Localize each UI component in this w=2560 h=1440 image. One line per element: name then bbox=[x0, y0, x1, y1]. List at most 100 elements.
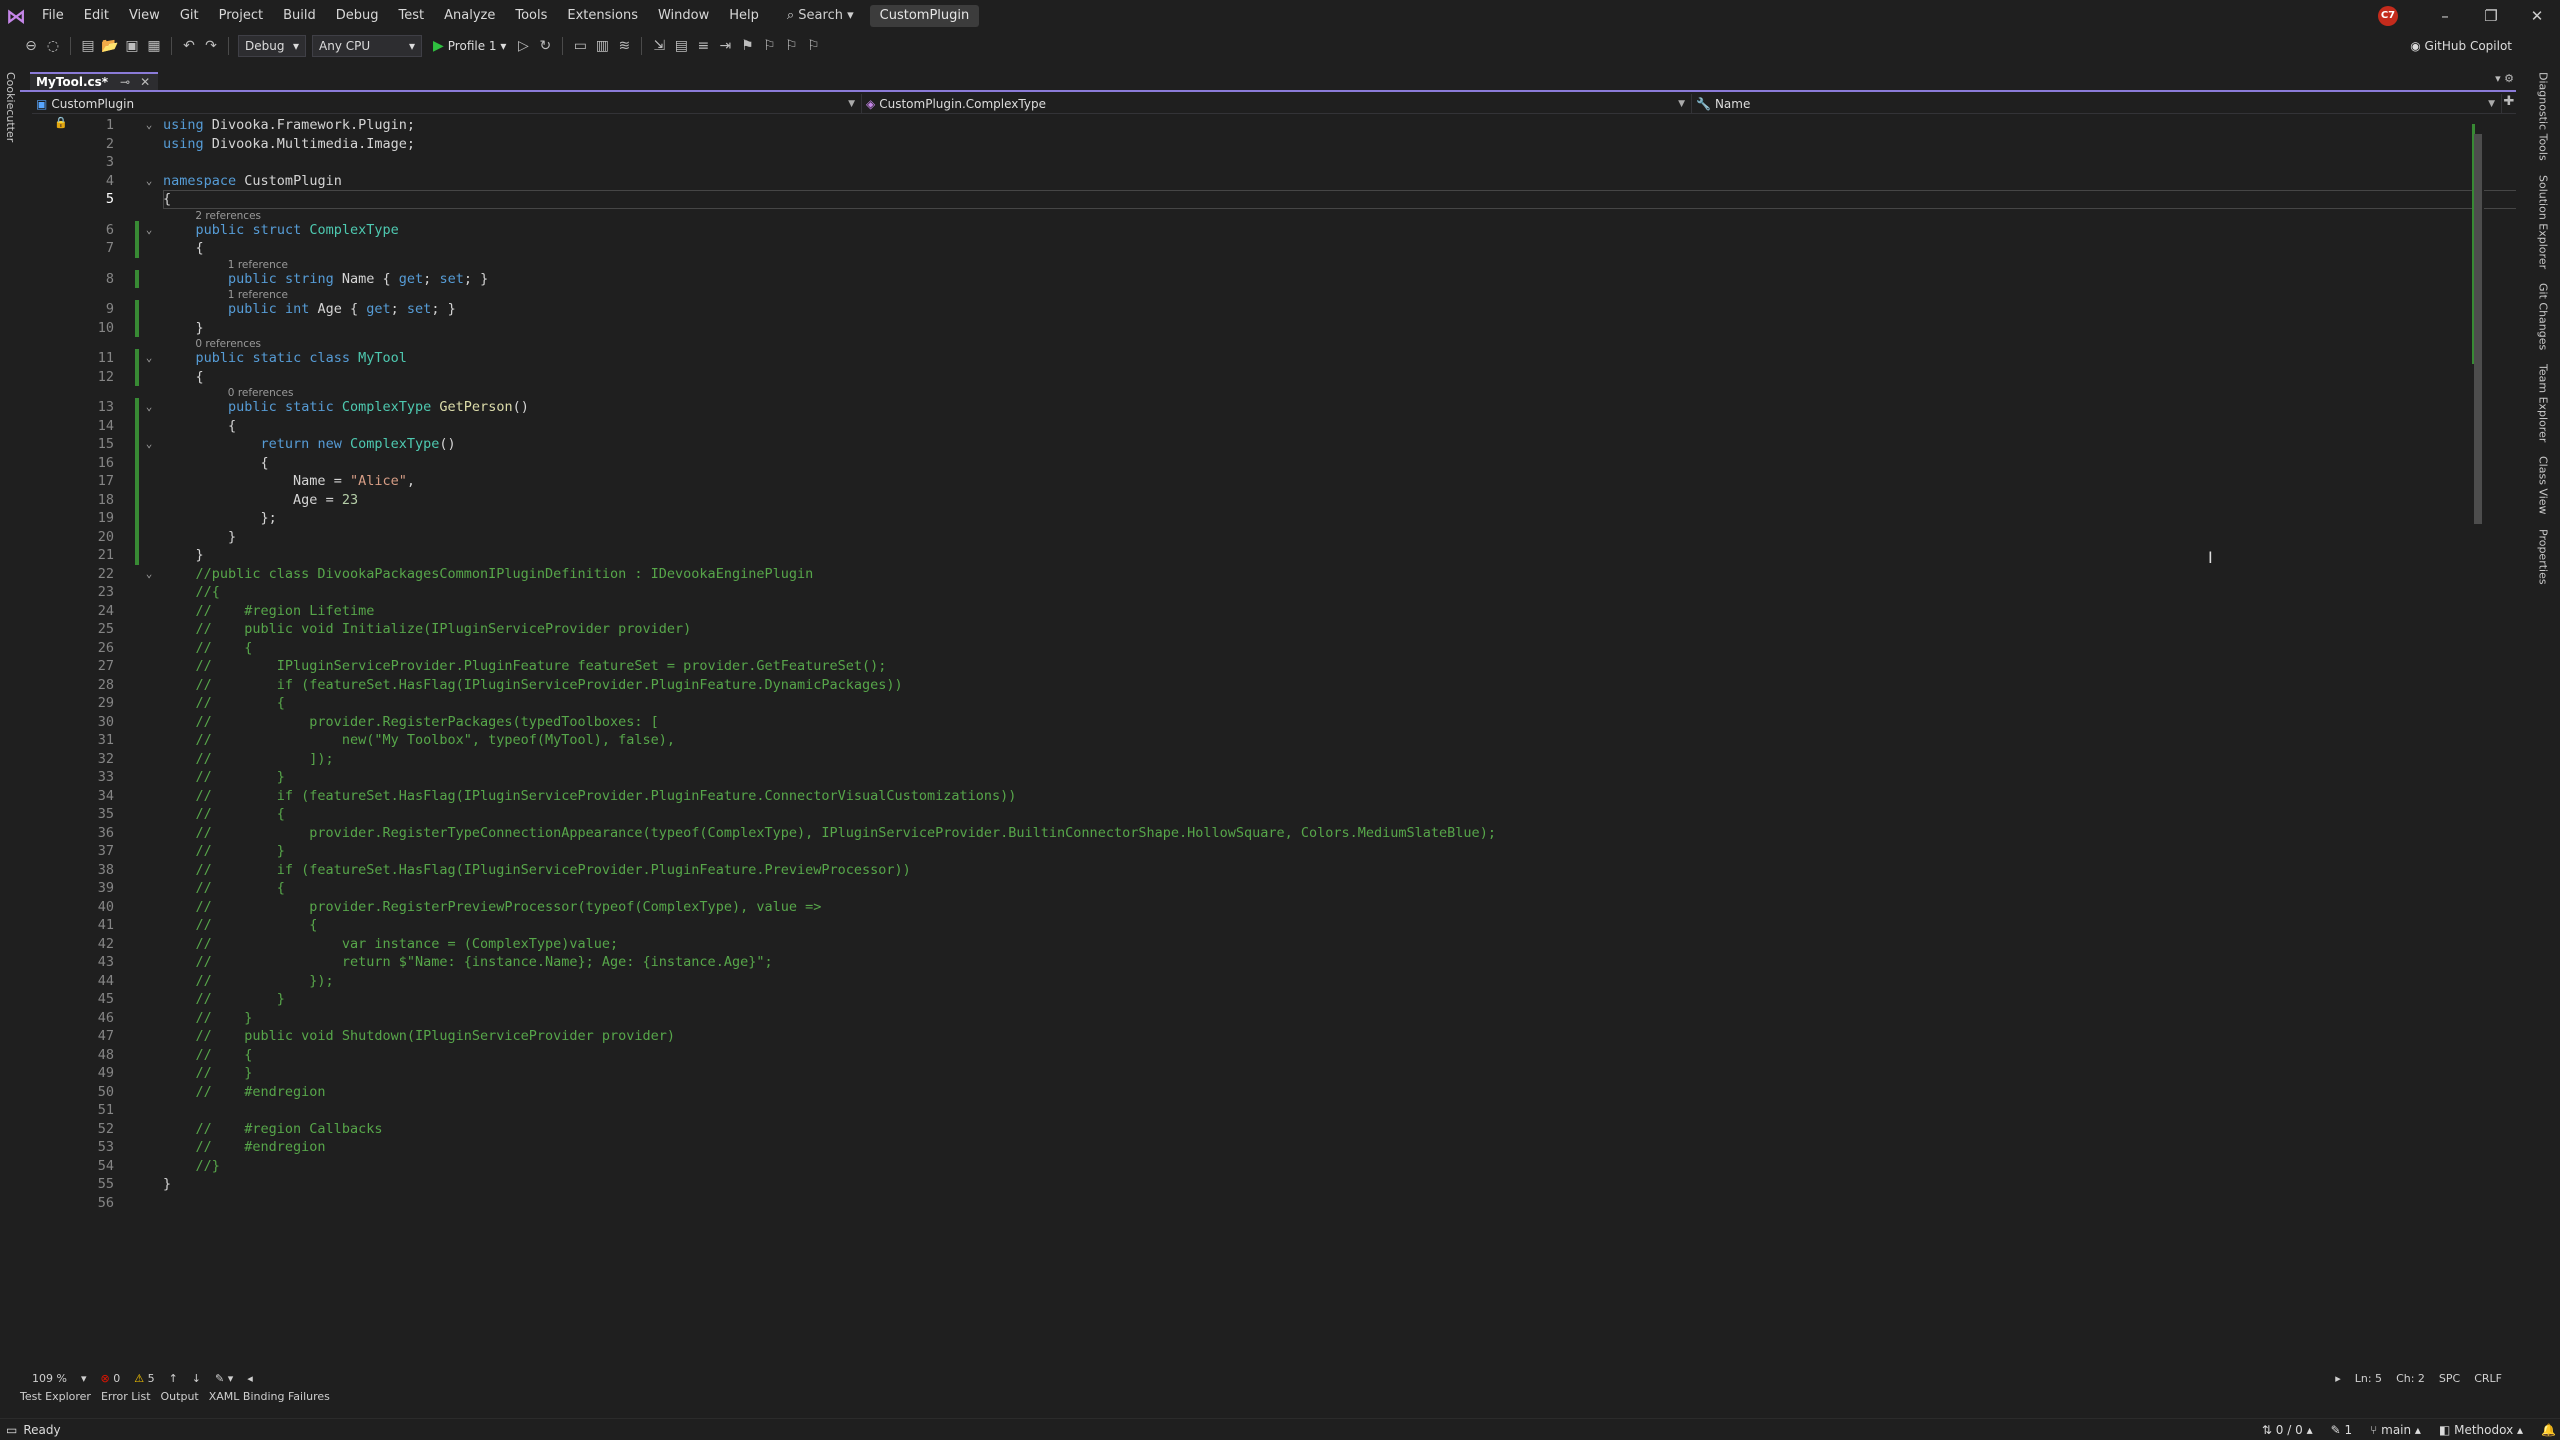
step-into-icon[interactable]: ⇲ bbox=[648, 35, 670, 57]
code-text[interactable]: public struct ComplexType bbox=[163, 221, 399, 240]
tool-tab-properties[interactable]: Properties bbox=[2537, 529, 2550, 585]
code-text[interactable]: Age = 23 bbox=[163, 491, 358, 510]
code-text[interactable]: // if (featureSet.HasFlag(IPluginService… bbox=[163, 861, 911, 880]
bottom-tab-xaml-binding-failures[interactable]: XAML Binding Failures bbox=[209, 1390, 330, 1406]
code-text[interactable]: // { bbox=[163, 1046, 253, 1065]
code-text[interactable]: }; bbox=[163, 509, 277, 528]
tool-tab-team-explorer[interactable]: Team Explorer bbox=[2537, 364, 2550, 442]
bookmark-next-icon[interactable]: ⚐ bbox=[780, 35, 802, 57]
document-tab-mytool[interactable]: MyTool.cs* ⊸ ✕ bbox=[30, 72, 158, 90]
member-dropdown[interactable]: 🔧 Name ▼ bbox=[1692, 94, 2502, 114]
menu-help[interactable]: Help bbox=[719, 0, 769, 32]
start-debugging-icon[interactable]: ▶ bbox=[433, 38, 444, 54]
code-text[interactable]: // } bbox=[163, 842, 285, 861]
github-copilot-button[interactable]: ◉ GitHub Copilot bbox=[2410, 32, 2512, 60]
scroll-right-icon[interactable]: ▸ bbox=[2335, 1372, 2341, 1385]
previous-issue-icon[interactable]: ↑ bbox=[169, 1372, 178, 1385]
fold-chevron-icon[interactable]: ⌄ bbox=[142, 398, 156, 417]
code-text[interactable]: // #endregion bbox=[163, 1138, 326, 1157]
code-editor[interactable]: 🔒 1 ⌄ using Divooka.Framework.Plugin; 2 usin… bbox=[32, 114, 2516, 1370]
close-window-icon[interactable]: ✕ bbox=[2514, 0, 2560, 32]
tool-tab-diagnostic-tools[interactable]: Diagnostic Tools bbox=[2537, 72, 2550, 161]
menu-debug[interactable]: Debug bbox=[326, 0, 389, 32]
code-text[interactable]: // provider.RegisterPackages(typedToolbo… bbox=[163, 713, 659, 732]
code-text[interactable]: // } bbox=[163, 1009, 253, 1028]
menu-project[interactable]: Project bbox=[209, 0, 273, 32]
layout-icon[interactable]: ▥ bbox=[591, 35, 613, 57]
code-text[interactable]: { bbox=[163, 417, 236, 436]
format-icon[interactable]: ≡ bbox=[692, 35, 714, 57]
visual-studio-logo-icon[interactable]: ⋈ bbox=[0, 0, 32, 32]
code-text[interactable]: // } bbox=[163, 768, 285, 787]
code-text[interactable]: using Divooka.Multimedia.Image; bbox=[163, 135, 415, 154]
code-cleanup-icon[interactable]: ✎ ▾ bbox=[215, 1372, 233, 1385]
code-text[interactable]: // { bbox=[163, 694, 285, 713]
code-text[interactable]: namespace CustomPlugin bbox=[163, 172, 342, 191]
code-text[interactable]: // if (featureSet.HasFlag(IPluginService… bbox=[163, 787, 1017, 806]
line-number[interactable]: Ln: 5 bbox=[2355, 1372, 2382, 1385]
code-text[interactable]: // var instance = (ComplexType)value; bbox=[163, 935, 619, 954]
line-ending[interactable]: CRLF bbox=[2474, 1372, 2502, 1385]
minimize-icon[interactable]: – bbox=[2422, 0, 2468, 32]
menu-git[interactable]: Git bbox=[170, 0, 209, 32]
menu-window[interactable]: Window bbox=[648, 0, 719, 32]
tool-tab-class-view[interactable]: Class View bbox=[2537, 456, 2550, 515]
fold-chevron-icon[interactable]: ⌄ bbox=[142, 116, 156, 135]
code-text[interactable]: } bbox=[163, 546, 204, 565]
code-text[interactable]: // { bbox=[163, 879, 285, 898]
code-text[interactable]: // ]); bbox=[163, 750, 334, 769]
menu-edit[interactable]: Edit bbox=[74, 0, 119, 32]
code-text[interactable]: //public class DivookaPackagesCommonIPlu… bbox=[163, 565, 814, 584]
notifications-icon[interactable]: 🔔 bbox=[2541, 1423, 2556, 1437]
code-text[interactable]: { bbox=[163, 190, 171, 209]
bottom-tab-test-explorer[interactable]: Test Explorer bbox=[20, 1390, 91, 1406]
type-dropdown[interactable]: ◈ CustomPlugin.ComplexType ▼ bbox=[862, 94, 1692, 114]
code-text[interactable]: // public void Shutdown(IPluginServicePr… bbox=[163, 1027, 676, 1046]
editor-vertical-scrollbar[interactable] bbox=[2472, 114, 2484, 1370]
code-text[interactable]: { bbox=[163, 368, 204, 387]
bottom-tab-error-list[interactable]: Error List bbox=[101, 1390, 151, 1406]
platform-select[interactable]: Any CPU ▾ bbox=[312, 35, 422, 57]
code-text[interactable]: // } bbox=[163, 990, 285, 1009]
navigate-back-icon[interactable]: ⊖ bbox=[20, 35, 42, 57]
error-count-button[interactable]: ⊗ 0 bbox=[100, 1372, 120, 1385]
code-text[interactable]: // { bbox=[163, 916, 318, 935]
menu-analyze[interactable]: Analyze bbox=[434, 0, 505, 32]
code-text[interactable]: public string Name { get; set; } bbox=[163, 270, 488, 289]
account-avatar[interactable]: C7 bbox=[2378, 6, 2398, 26]
run-profile-button[interactable]: Profile 1 ▾ bbox=[448, 39, 507, 53]
code-text[interactable]: public static class MyTool bbox=[163, 349, 407, 368]
new-project-icon[interactable]: ▤ bbox=[77, 35, 99, 57]
fold-chevron-icon[interactable]: ⌄ bbox=[142, 565, 156, 584]
fold-chevron-icon[interactable]: ⌄ bbox=[142, 172, 156, 191]
code-text[interactable]: } bbox=[163, 528, 236, 547]
code-text[interactable]: // if (featureSet.HasFlag(IPluginService… bbox=[163, 676, 903, 695]
project-dropdown[interactable]: ▣ CustomPlugin ▼ bbox=[32, 94, 862, 114]
navigate-forward-icon[interactable]: ◌ bbox=[42, 35, 64, 57]
tab-options-icons[interactable]: ▾ ⚙ bbox=[2495, 72, 2514, 85]
code-text[interactable]: { bbox=[163, 239, 204, 258]
code-text[interactable]: //{ bbox=[163, 583, 220, 602]
code-text[interactable]: // #region Lifetime bbox=[163, 602, 375, 621]
code-text[interactable]: { bbox=[163, 454, 269, 473]
close-tab-icon[interactable]: ✕ bbox=[140, 75, 150, 89]
code-text[interactable]: // } bbox=[163, 1064, 253, 1083]
chevron-down-icon[interactable]: ▾ bbox=[81, 1372, 87, 1385]
indent-icon[interactable]: ⇥ bbox=[714, 35, 736, 57]
code-text[interactable]: public static ComplexType GetPerson() bbox=[163, 398, 529, 417]
next-issue-icon[interactable]: ↓ bbox=[192, 1372, 201, 1385]
bookmark-prev-icon[interactable]: ⚐ bbox=[758, 35, 780, 57]
scrollbar-thumb[interactable] bbox=[2474, 134, 2482, 524]
comment-icon[interactable]: ▤ bbox=[670, 35, 692, 57]
redo-icon[interactable]: ↷ bbox=[200, 35, 222, 57]
whitespace-mode[interactable]: SPC bbox=[2439, 1372, 2460, 1385]
code-text[interactable]: // provider.RegisterTypeConnectionAppear… bbox=[163, 824, 1496, 843]
code-text[interactable]: // { bbox=[163, 805, 285, 824]
menu-view[interactable]: View bbox=[119, 0, 170, 32]
code-text[interactable]: return new ComplexType() bbox=[163, 435, 456, 454]
solution-name-badge[interactable]: CustomPlugin bbox=[869, 5, 980, 27]
save-icon[interactable]: ▣ bbox=[121, 35, 143, 57]
code-text[interactable]: // provider.RegisterPreviewProcessor(typ… bbox=[163, 898, 822, 917]
menu-extensions[interactable]: Extensions bbox=[557, 0, 648, 32]
menu-tools[interactable]: Tools bbox=[505, 0, 557, 32]
